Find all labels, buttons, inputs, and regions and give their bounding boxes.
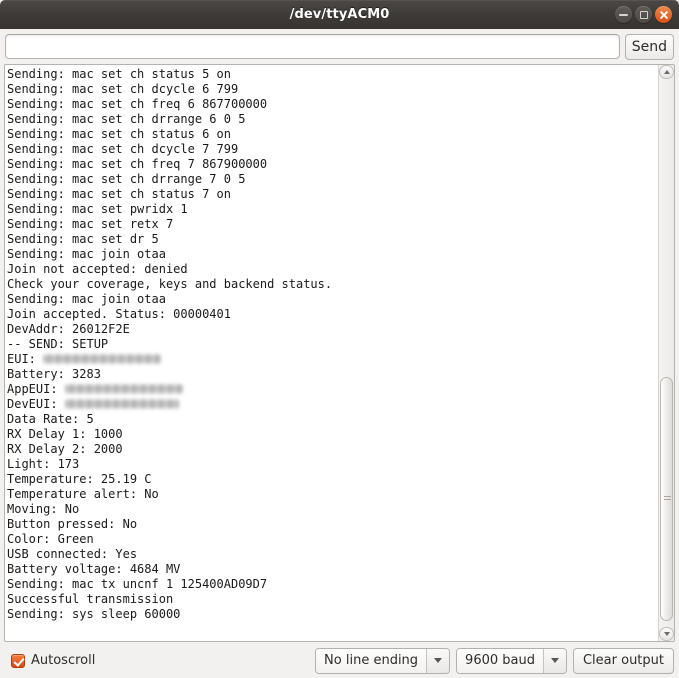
console-line: Sending: mac set ch freq 7 867900000	[7, 157, 268, 171]
console-line: Check your coverage, keys and backend st…	[7, 277, 333, 291]
console-line: Sending: sys sleep 60000	[7, 607, 181, 621]
bottom-toolbar: Autoscroll No line ending 9600 baud Clea…	[0, 642, 679, 678]
send-row: Send	[0, 29, 679, 64]
window-controls	[615, 0, 672, 29]
console-line: Sending: mac set pwridx 1	[7, 202, 188, 216]
redacted-value	[64, 398, 179, 409]
autoscroll-label: Autoscroll	[31, 653, 96, 668]
console-line: Sending: mac join otaa	[7, 292, 166, 306]
console-line: Data Rate: 5	[7, 412, 94, 426]
maximize-icon[interactable]	[635, 6, 652, 23]
chevron-down-icon[interactable]	[542, 648, 566, 673]
title-bar: /dev/ttyACM0	[0, 0, 679, 29]
console-line: Successful transmission	[7, 592, 174, 606]
baud-rate-value: 9600 baud	[457, 648, 543, 673]
console-line: Sending: mac set ch freq 6 867700000	[7, 97, 268, 111]
console-line: Temperature: 25.19 C	[7, 472, 152, 486]
scroll-down-arrow-icon[interactable]	[659, 627, 674, 641]
console-line: Sending: mac set retx 7	[7, 217, 174, 231]
console-line: AppEUI:	[7, 382, 658, 397]
command-input[interactable]	[5, 34, 620, 59]
console-line: Sending: mac set ch drrange 7 0 5	[7, 172, 246, 186]
console-line: Button pressed: No	[7, 517, 138, 531]
autoscroll-checkbox-icon[interactable]	[11, 653, 25, 668]
console-line: Sending: mac set ch dcycle 6 799	[7, 82, 239, 96]
chevron-down-icon[interactable]	[426, 648, 450, 673]
console-line: DevEUI:	[7, 397, 658, 412]
console-line: Battery voltage: 4684 MV	[7, 562, 181, 576]
close-icon[interactable]	[655, 6, 672, 23]
console-line: Sending: mac set ch status 5 on	[7, 67, 231, 81]
minimize-icon[interactable]	[615, 6, 632, 23]
redacted-value	[43, 353, 162, 364]
console-line: EUI:	[7, 352, 658, 367]
line-ending-select[interactable]: No line ending	[315, 647, 451, 674]
console-line: Sending: mac set ch status 6 on	[7, 127, 231, 141]
line-ending-value: No line ending	[316, 648, 427, 673]
console-line: Sending: mac set ch drrange 6 0 5	[7, 112, 246, 126]
console-line: RX Delay 1: 1000	[7, 427, 123, 441]
console-line: Moving: No	[7, 502, 80, 516]
scrollbar-grip-icon	[664, 496, 671, 502]
scroll-up-arrow-icon[interactable]	[659, 65, 674, 79]
console-line: Join not accepted: denied	[7, 262, 188, 276]
console-line: Light: 173	[7, 457, 80, 471]
console-scrollbar[interactable]	[658, 65, 674, 641]
clear-output-button[interactable]: Clear output	[572, 647, 674, 674]
serial-monitor-window: /dev/ttyACM0 Send Sending: mac set ch st…	[0, 0, 679, 678]
baud-rate-select[interactable]: 9600 baud	[456, 647, 567, 674]
console-line: -- SEND: SETUP	[7, 337, 109, 351]
console-line: Join accepted. Status: 00000401	[7, 307, 231, 321]
console-line: Sending: mac set ch status 7 on	[7, 187, 231, 201]
scrollbar-thumb[interactable]	[660, 377, 673, 621]
console-text[interactable]: Sending: mac set ch status 5 on Sending: …	[5, 65, 658, 641]
console-line: Sending: mac set ch dcycle 7 799	[7, 142, 239, 156]
console-line: USB connected: Yes	[7, 547, 138, 561]
autoscroll-toggle[interactable]: Autoscroll	[11, 653, 95, 668]
console-line: DevAddr: 26012F2E	[7, 322, 130, 336]
window-title: /dev/ttyACM0	[289, 7, 390, 22]
console-line: Sending: mac join otaa	[7, 247, 166, 261]
redacted-value	[64, 383, 183, 394]
console-line: Sending: mac tx uncnf 1 125400AD09D7	[7, 577, 268, 591]
console-line: RX Delay 2: 2000	[7, 442, 123, 456]
console-output-area: Sending: mac set ch status 5 on Sending: …	[4, 64, 675, 642]
console-line: Sending: mac set dr 5	[7, 232, 159, 246]
console-line: Temperature alert: No	[7, 487, 159, 501]
console-line: Battery: 3283	[7, 367, 101, 381]
console-line: Color: Green	[7, 532, 94, 546]
send-button[interactable]: Send	[624, 33, 674, 60]
